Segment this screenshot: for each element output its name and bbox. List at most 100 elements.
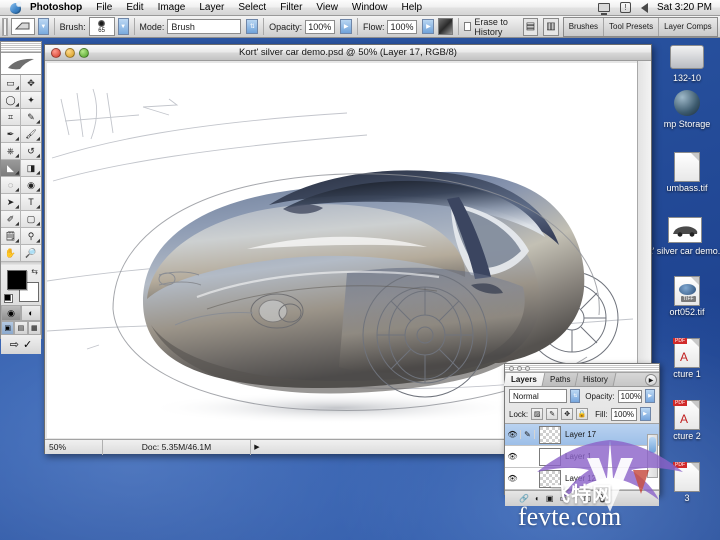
history-brush-tool[interactable]: ↺ ◢	[21, 143, 41, 160]
desktop-icon-disk[interactable]: 132-10	[652, 42, 720, 83]
menu-layer[interactable]: Layer	[192, 0, 231, 16]
blend-mode-stepper-icon[interactable]: ⇅	[570, 389, 581, 403]
zoom-button[interactable]	[79, 47, 89, 58]
brush-popup-arrow[interactable]: ▼	[117, 18, 129, 35]
magic-wand-tool[interactable]: ✦	[21, 92, 41, 109]
layer-mask-icon[interactable]: ▣	[546, 494, 554, 503]
layer-visibility-icon[interactable]: 👁	[505, 430, 520, 439]
layer-visibility-icon[interactable]: 👁	[505, 474, 520, 483]
lock-position-icon[interactable]: ✥	[561, 408, 574, 420]
layer-opacity-slider-arrow[interactable]: ▶	[645, 389, 655, 403]
palette-menu-icon[interactable]: ▶	[645, 374, 657, 386]
layer-thumbnail[interactable]	[539, 447, 561, 466]
layers-palette-drag-handle[interactable]	[505, 364, 659, 373]
notes-tool[interactable]: 🗒 ◢	[1, 228, 21, 245]
desktop-icon-tif2[interactable]: TIFF ort052.tif	[652, 276, 720, 317]
jump-to-imageready[interactable]: ⇨ ✓	[1, 335, 41, 354]
desktop-icon-pdf1[interactable]: PDF A cture 1	[652, 338, 720, 379]
lock-all-icon[interactable]: 🔒	[576, 408, 589, 420]
layer-style-icon[interactable]: ◐	[535, 494, 540, 503]
clone-stamp-tool[interactable]: ⎈ ◢	[1, 143, 21, 160]
eraser-tool[interactable]: ◣ ◢	[1, 160, 21, 177]
eyedropper-tool[interactable]: ⚲ ◢	[21, 228, 41, 245]
full-screen-menubar-mode-button[interactable]: ▤	[14, 321, 28, 335]
standard-screen-mode-button[interactable]: ▣	[1, 321, 15, 335]
tab-history[interactable]: History	[575, 373, 617, 386]
new-group-icon[interactable]: ▭	[559, 494, 567, 503]
lock-transparency-icon[interactable]: ▨	[531, 408, 544, 420]
hand-tool[interactable]: ✋	[1, 245, 21, 262]
speaker-icon[interactable]	[636, 0, 653, 16]
layer-name[interactable]: Layer 12	[565, 474, 596, 483]
layer-fill-slider-arrow[interactable]: ▶	[639, 407, 651, 421]
brush-tool[interactable]: 🖌 ◢	[21, 126, 41, 143]
menu-window[interactable]: Window	[345, 0, 395, 16]
layer-name[interactable]: Layer 1	[565, 452, 592, 461]
menu-image[interactable]: Image	[151, 0, 193, 16]
quick-mask-mode-button[interactable]: ◐	[21, 305, 41, 321]
slice-tool[interactable]: ✎ ◢	[21, 109, 41, 126]
layer-row-1[interactable]: 👁 Layer 1	[505, 446, 659, 468]
layers-list-scrollbar[interactable]	[647, 434, 658, 478]
layer-opacity-input[interactable]: 100%	[617, 389, 643, 403]
status-popup-arrow-icon[interactable]: ▶	[251, 443, 263, 451]
zoom-tool[interactable]: 🔎	[21, 245, 41, 262]
lasso-tool[interactable]: ◯ ◢	[1, 92, 21, 109]
opacity-input[interactable]: 100%	[305, 19, 336, 34]
flow-slider-arrow[interactable]: ▶	[422, 19, 435, 34]
apple-logo-icon[interactable]	[9, 1, 22, 14]
default-colors-icon[interactable]	[4, 294, 13, 303]
flow-control[interactable]: Flow: 100% ▶	[363, 19, 435, 34]
mode-control[interactable]: Mode: Brush ⇅	[139, 19, 259, 34]
palette-tab-brushes[interactable]: Brushes	[564, 17, 605, 36]
dodge-tool[interactable]: ◉ ◢	[21, 177, 41, 194]
desktop-icon-storage[interactable]: mp Storage	[652, 88, 720, 129]
toolbox-drag-handle[interactable]	[1, 42, 41, 53]
layer-name[interactable]: Layer 17	[565, 430, 596, 439]
close-button[interactable]	[51, 47, 61, 58]
mode-select[interactable]: Brush	[167, 19, 242, 34]
airbrush-icon[interactable]	[437, 18, 454, 35]
layer-thumbnail[interactable]	[539, 425, 561, 444]
zoom-level[interactable]: 50%	[45, 439, 103, 455]
mode-stepper-icon[interactable]: ⇅	[246, 19, 259, 34]
desktop-icon-pdf2[interactable]: PDF A cture 2	[652, 400, 720, 441]
menu-file[interactable]: File	[89, 0, 119, 16]
link-layers-icon[interactable]: 🔗	[519, 494, 529, 503]
crop-tool[interactable]: ⌗	[1, 109, 21, 126]
menubar-clock[interactable]: Sat 3:20 PM	[653, 2, 720, 13]
adjustment-layer-icon[interactable]: ◑	[573, 494, 578, 503]
opacity-slider-arrow[interactable]: ▶	[340, 19, 353, 34]
flow-input[interactable]: 100%	[387, 19, 418, 34]
standard-mode-button[interactable]: ◉	[1, 305, 21, 321]
tab-paths[interactable]: Paths	[542, 373, 579, 386]
erase-to-history-option[interactable]: Erase to History	[464, 17, 522, 37]
help-icon[interactable]: !	[615, 0, 636, 16]
pen-tool[interactable]: ✐ ◢	[1, 211, 21, 228]
tool-preset-popup-arrow[interactable]: ▼	[37, 18, 49, 35]
layer-active-brush-icon[interactable]: ✎	[520, 430, 535, 439]
layer-row-17[interactable]: 👁 ✎ Layer 17	[505, 424, 659, 446]
palette-zoom-icon[interactable]	[525, 365, 530, 371]
minimize-button[interactable]	[65, 47, 75, 58]
erase-to-history-checkbox[interactable]	[464, 22, 472, 31]
delete-layer-icon[interactable]: 🗑	[597, 494, 607, 503]
brush-preview[interactable]: 65	[88, 17, 115, 36]
palette-tab-tool-presets[interactable]: Tool Presets	[604, 17, 660, 36]
document-titlebar[interactable]: Kort' silver car demo.psd @ 50% (Layer 1…	[45, 45, 651, 61]
file-browser-icon[interactable]: ▤	[522, 17, 539, 36]
brush-picker[interactable]: Brush: 65 ▼	[60, 17, 129, 36]
layer-visibility-icon[interactable]: 👁	[505, 452, 520, 461]
opacity-control[interactable]: Opacity: 100% ▶	[269, 19, 353, 34]
layer-thumbnail[interactable]	[539, 469, 561, 488]
lock-image-icon[interactable]: ✎	[546, 408, 559, 420]
new-layer-icon[interactable]: ▢	[584, 494, 592, 503]
menu-app-name[interactable]: Photoshop	[28, 0, 89, 16]
swap-colors-icon[interactable]: ⇆	[31, 267, 38, 276]
blend-mode-select[interactable]: Normal	[509, 389, 568, 403]
palette-close-icon[interactable]	[509, 365, 514, 371]
options-bar-grip[interactable]	[2, 17, 8, 36]
rectangle-tool[interactable]: ▢ ◢	[21, 211, 41, 228]
tab-layers[interactable]: Layers	[503, 373, 546, 386]
path-selection-tool[interactable]: ➤ ◢	[1, 194, 21, 211]
